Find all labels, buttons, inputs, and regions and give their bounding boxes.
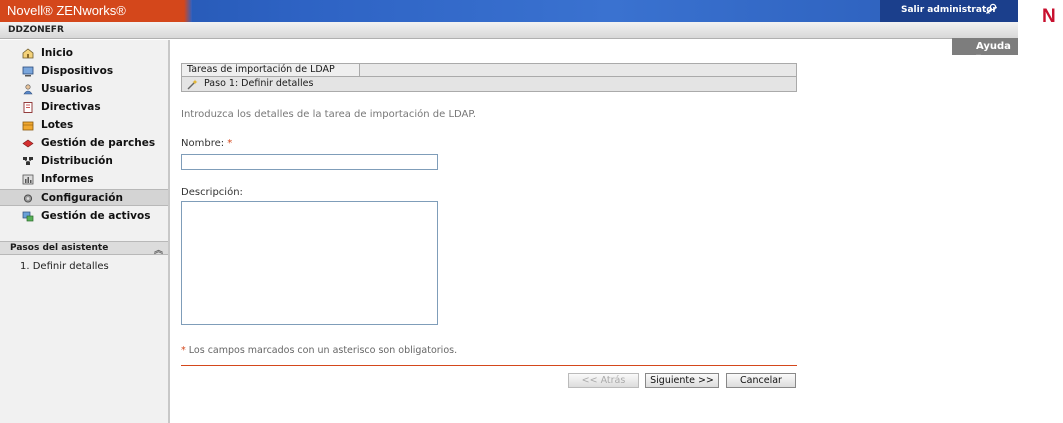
bundles-icon [22, 121, 34, 131]
sidebar-item-label: Usuarios [41, 83, 93, 95]
sidebar-item-label: Lotes [41, 119, 74, 131]
wizard-steps-title: Pasos del asistente [10, 243, 109, 253]
sidebar-item-configuracion[interactable]: Configuración [0, 189, 168, 206]
key-icon[interactable] [985, 3, 997, 15]
patch-icon [22, 139, 34, 148]
collapse-icon[interactable]: ︽ [154, 243, 163, 256]
name-label: Nombre: * [181, 138, 232, 149]
banner-divider [184, 0, 192, 22]
sidebar-item-label: Directivas [41, 101, 101, 113]
required-note-text: Los campos marcados con un asterisco son… [188, 345, 458, 356]
sidebar-item-label: Gestión de parches [41, 137, 156, 149]
panel-title-bar: Tareas de importación de LDAP [181, 63, 797, 77]
policy-icon [23, 102, 33, 113]
sidebar-item-label: Configuración [41, 192, 123, 204]
sidebar-item-label: Distribución [41, 155, 113, 167]
reports-icon [22, 174, 34, 185]
sidebar-item-inicio[interactable]: Inicio [0, 45, 168, 62]
product-logo: Novell® ZENworks® [0, 0, 184, 22]
step-title: Paso 1: Definir detalles [204, 78, 314, 89]
novell-logo: N [1042, 6, 1056, 27]
sidebar-item-label: Inicio [41, 47, 74, 59]
wizard-step-1[interactable]: 1. Definir detalles [20, 261, 109, 272]
sidebar-item-label: Dispositivos [41, 65, 114, 77]
sidebar-item-lotes[interactable]: Lotes [0, 117, 168, 134]
distribution-icon [23, 157, 33, 165]
help-menu[interactable]: Ayuda ▾ [952, 38, 1018, 63]
wizard-steps-header: Pasos del asistente ︽ [0, 241, 168, 256]
required-note: * Los campos marcados con un asterisco s… [181, 345, 457, 356]
sidebar-item-informes[interactable]: Informes [0, 171, 168, 188]
intro-text: Introduzca los detalles de la tarea de i… [181, 109, 477, 120]
name-field[interactable] [181, 154, 438, 170]
asset-icon [22, 211, 34, 222]
description-field[interactable] [181, 201, 438, 325]
sidebar-item-gestion-parches[interactable]: Gestión de parches [0, 135, 168, 152]
users-icon [23, 84, 33, 95]
configuration-icon [23, 194, 33, 203]
sidebar-item-label: Gestión de activos [41, 210, 151, 222]
panel-title: Tareas de importación de LDAP [182, 64, 360, 76]
sidebar-item-gestion-activos[interactable]: Gestión de activos [0, 208, 168, 225]
name-label-text: Nombre: [181, 138, 225, 149]
zone-name: DDZONEFR [8, 25, 64, 35]
logout-link[interactable]: Salir administrator [901, 5, 997, 15]
description-label: Descripción: [181, 187, 243, 198]
device-icon [22, 66, 34, 77]
back-button[interactable]: << Atrás [568, 373, 639, 388]
next-button[interactable]: Siguiente >> [645, 373, 719, 388]
required-marker: * [227, 138, 233, 149]
sidebar-item-usuarios[interactable]: Usuarios [0, 81, 168, 98]
cancel-button[interactable]: Cancelar [726, 373, 796, 388]
home-icon [22, 48, 34, 59]
form-divider [181, 365, 797, 366]
sidebar-item-dispositivos[interactable]: Dispositivos [0, 63, 168, 80]
wand-icon [187, 79, 198, 90]
sidebar-item-directivas[interactable]: Directivas [0, 99, 168, 116]
step-header: Paso 1: Definir detalles [181, 77, 797, 92]
sidebar: Inicio Dispositivos Usuarios Directivas … [0, 40, 170, 423]
zone-bar: DDZONEFR [0, 22, 1018, 39]
sidebar-item-distribucion[interactable]: Distribución [0, 153, 168, 170]
top-banner: Novell® ZENworks® Salir administrator [0, 0, 1018, 22]
sidebar-item-label: Informes [41, 173, 94, 185]
required-marker: * [181, 345, 186, 356]
